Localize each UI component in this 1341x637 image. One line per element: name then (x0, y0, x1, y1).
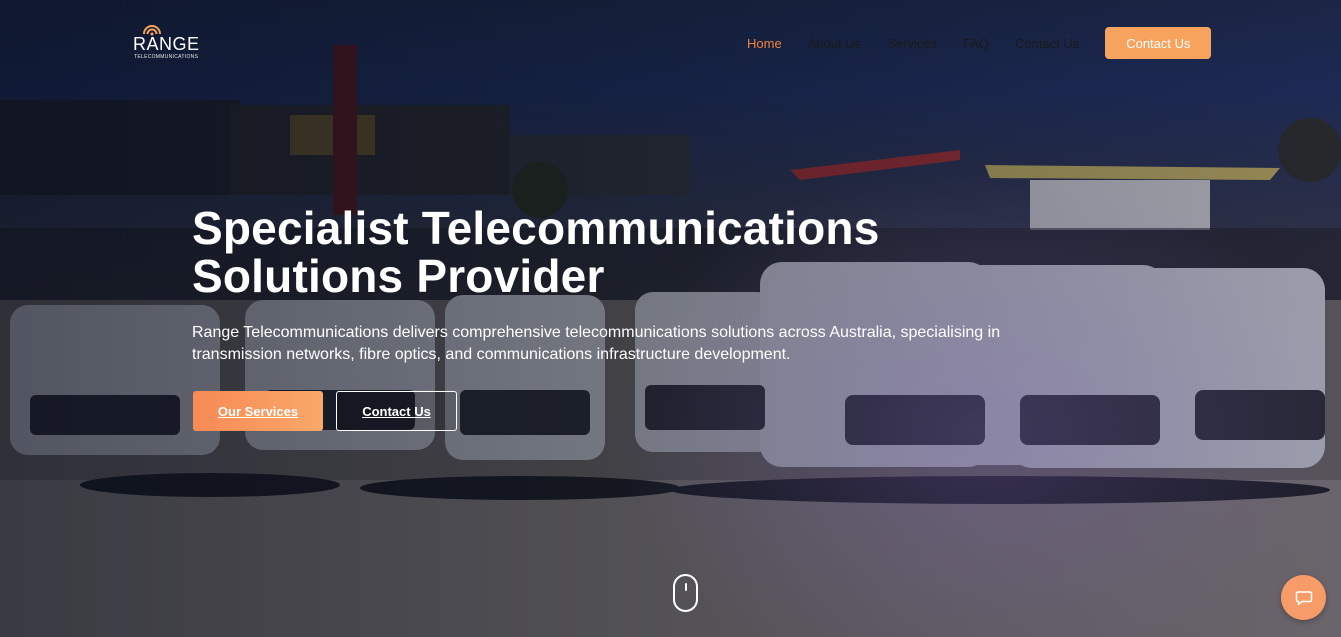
brand-logo[interactable]: RANGE TELECOMMUNICATIONS (133, 22, 200, 62)
nav-about-us[interactable]: About Us (808, 36, 861, 51)
nav-home[interactable]: Home (747, 36, 782, 51)
hero-headline: Specialist Telecommunications Solutions … (192, 204, 1012, 300)
hero-headline-line-1: Specialist Telecommunications (192, 202, 880, 254)
mouse-wheel (685, 583, 687, 591)
nav-faq[interactable]: FAQ (963, 36, 989, 51)
mouse-icon[interactable] (673, 574, 698, 612)
logo-wordmark: RANGE (133, 34, 200, 54)
hero-section (0, 0, 1341, 637)
hero-contact-button[interactable]: Contact Us (336, 391, 457, 431)
chat-button[interactable] (1281, 575, 1326, 620)
chat-icon (1295, 590, 1312, 605)
nav-contact-us[interactable]: Contact Us (1015, 36, 1079, 51)
hero-headline-line-2: Solutions Provider (192, 250, 605, 302)
hero-description: Range Telecommunications delivers compre… (192, 324, 1001, 363)
nav-services[interactable]: Services (887, 36, 937, 51)
hero-overlay (0, 0, 1341, 637)
header-contact-button[interactable]: Contact Us (1105, 27, 1212, 59)
main-navigation: Home About Us Services FAQ Contact Us Co… (747, 27, 1212, 59)
our-services-button[interactable]: Our Services (193, 391, 323, 431)
logo-tagline: TELECOMMUNICATIONS (134, 54, 199, 60)
